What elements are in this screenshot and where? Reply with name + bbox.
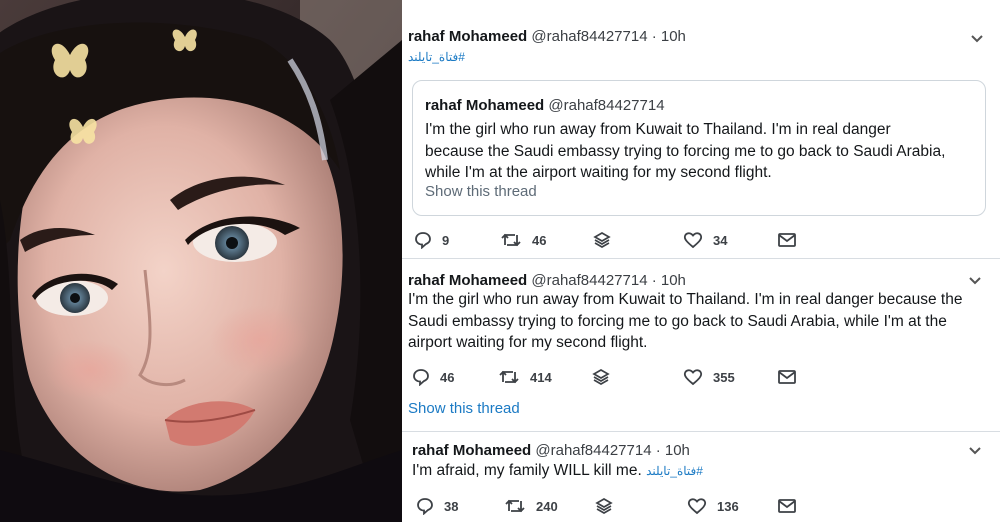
- reply-count: 46: [440, 369, 455, 385]
- timestamp[interactable]: 10h: [661, 28, 686, 45]
- like-button[interactable]: 355: [683, 366, 735, 388]
- reply-button[interactable]: 46: [412, 366, 454, 388]
- tweet-actions: 46 414 355: [402, 366, 1000, 388]
- stack-button[interactable]: [592, 366, 610, 388]
- message-button[interactable]: [777, 495, 797, 517]
- like-count: 136: [717, 498, 739, 514]
- portrait-illustration: [0, 0, 402, 522]
- tweet-text: I'm the girl who run away from Kuwait to…: [408, 289, 998, 354]
- author-handle[interactable]: @rahaf84427714: [535, 442, 651, 459]
- message-button[interactable]: [777, 229, 797, 251]
- reply-icon: [417, 498, 433, 515]
- author-handle[interactable]: @rahaf84427714: [531, 28, 647, 45]
- retweet-icon: [501, 233, 521, 247]
- chevron-down-icon[interactable]: [970, 32, 984, 46]
- tweet-2[interactable]: rahaf Mohameed @rahaf84427714 · 10h I'm …: [402, 259, 1000, 432]
- quoted-author-handle[interactable]: @rahaf84427714: [548, 97, 664, 114]
- hashtag-link[interactable]: #فتاة_تايلند: [408, 50, 465, 64]
- retweet-count: 414: [530, 369, 552, 385]
- quoted-author-name[interactable]: rahaf Mohameed: [425, 97, 544, 114]
- text-line: I'm the girl who run away from Kuwait to…: [425, 121, 891, 138]
- heart-icon: [687, 498, 707, 515]
- chevron-down-icon[interactable]: [968, 274, 982, 288]
- timestamp[interactable]: 10h: [661, 272, 686, 289]
- separator-dot: ·: [651, 28, 657, 45]
- retweet-icon: [499, 370, 519, 384]
- message-button[interactable]: [777, 366, 797, 388]
- hashtag-link[interactable]: #فتاة_تايلند: [646, 464, 703, 478]
- heart-icon: [683, 369, 703, 386]
- tweet-actions: 9 46 34: [402, 229, 1000, 251]
- show-thread-link[interactable]: Show this thread: [408, 400, 520, 417]
- envelope-icon: [778, 370, 796, 384]
- timestamp[interactable]: 10h: [665, 442, 690, 459]
- separator-dot: ·: [651, 272, 657, 289]
- reply-icon: [413, 369, 429, 386]
- quoted-tweet-text: I'm the girl who run away from Kuwait to…: [425, 119, 981, 184]
- tweet-header: rahaf Mohameed @rahaf84427714 · 10h: [408, 272, 686, 289]
- tweet-actions: 38 240 136: [402, 495, 1000, 517]
- separator-dot: ·: [655, 442, 661, 459]
- heart-icon: [683, 232, 703, 249]
- quoted-header: rahaf Mohameed @rahaf84427714: [425, 97, 665, 114]
- retweet-count: 46: [532, 232, 547, 248]
- tweet-3[interactable]: rahaf Mohameed @rahaf84427714 · 10h I'm …: [402, 432, 1000, 522]
- envelope-icon: [778, 499, 796, 513]
- retweet-icon: [505, 499, 525, 513]
- author-name[interactable]: rahaf Mohameed: [408, 272, 527, 289]
- retweet-button[interactable]: 240: [504, 495, 558, 517]
- stack-button[interactable]: [595, 495, 613, 517]
- tweet-header: rahaf Mohameed @rahaf84427714 · 10h: [408, 28, 686, 45]
- text-line: I'm afraid, my family WILL kill me.: [412, 462, 642, 479]
- reply-icon: [415, 232, 431, 249]
- author-handle[interactable]: @rahaf84427714: [531, 272, 647, 289]
- reply-count: 38: [444, 498, 459, 514]
- tweet-text: I'm afraid, my family WILL kill me. #فتا…: [412, 460, 992, 483]
- retweet-button[interactable]: 46: [500, 229, 546, 251]
- retweet-button[interactable]: 414: [498, 366, 552, 388]
- author-name[interactable]: rahaf Mohameed: [408, 28, 527, 45]
- stack-button[interactable]: [593, 229, 611, 251]
- chevron-down-icon[interactable]: [968, 444, 982, 458]
- text-line: airport waiting for my second flight.: [408, 334, 648, 351]
- text-line: because the Saudi embassy trying to forc…: [425, 142, 946, 160]
- tweet-1[interactable]: rahaf Mohameed @rahaf84427714 · 10h #فتا…: [402, 0, 1000, 259]
- layers-icon: [595, 498, 613, 514]
- text-line: Saudi embassy trying to forcing me to go…: [408, 312, 947, 330]
- reply-count: 9: [442, 232, 450, 248]
- envelope-icon: [778, 233, 796, 247]
- author-name[interactable]: rahaf Mohameed: [412, 442, 531, 459]
- quoted-tweet[interactable]: rahaf Mohameed @rahaf84427714 I'm the gi…: [412, 80, 986, 216]
- text-line: I'm the girl who run away from Kuwait to…: [408, 291, 963, 308]
- show-thread-link[interactable]: Show this thread: [425, 183, 537, 200]
- reply-button[interactable]: 9: [414, 229, 449, 251]
- retweet-count: 240: [536, 498, 558, 514]
- tweet-feed: rahaf Mohameed @rahaf84427714 · 10h #فتا…: [402, 0, 1000, 522]
- text-line: while I'm at the airport waiting for my …: [425, 164, 772, 181]
- layers-icon: [592, 369, 610, 385]
- like-count: 34: [713, 232, 728, 248]
- portrait-photo: [0, 0, 402, 522]
- layers-icon: [593, 232, 611, 248]
- like-button[interactable]: 136: [687, 495, 739, 517]
- like-button[interactable]: 34: [683, 229, 727, 251]
- like-count: 355: [713, 369, 735, 385]
- reply-button[interactable]: 38: [416, 495, 458, 517]
- tweet-header: rahaf Mohameed @rahaf84427714 · 10h: [412, 442, 690, 459]
